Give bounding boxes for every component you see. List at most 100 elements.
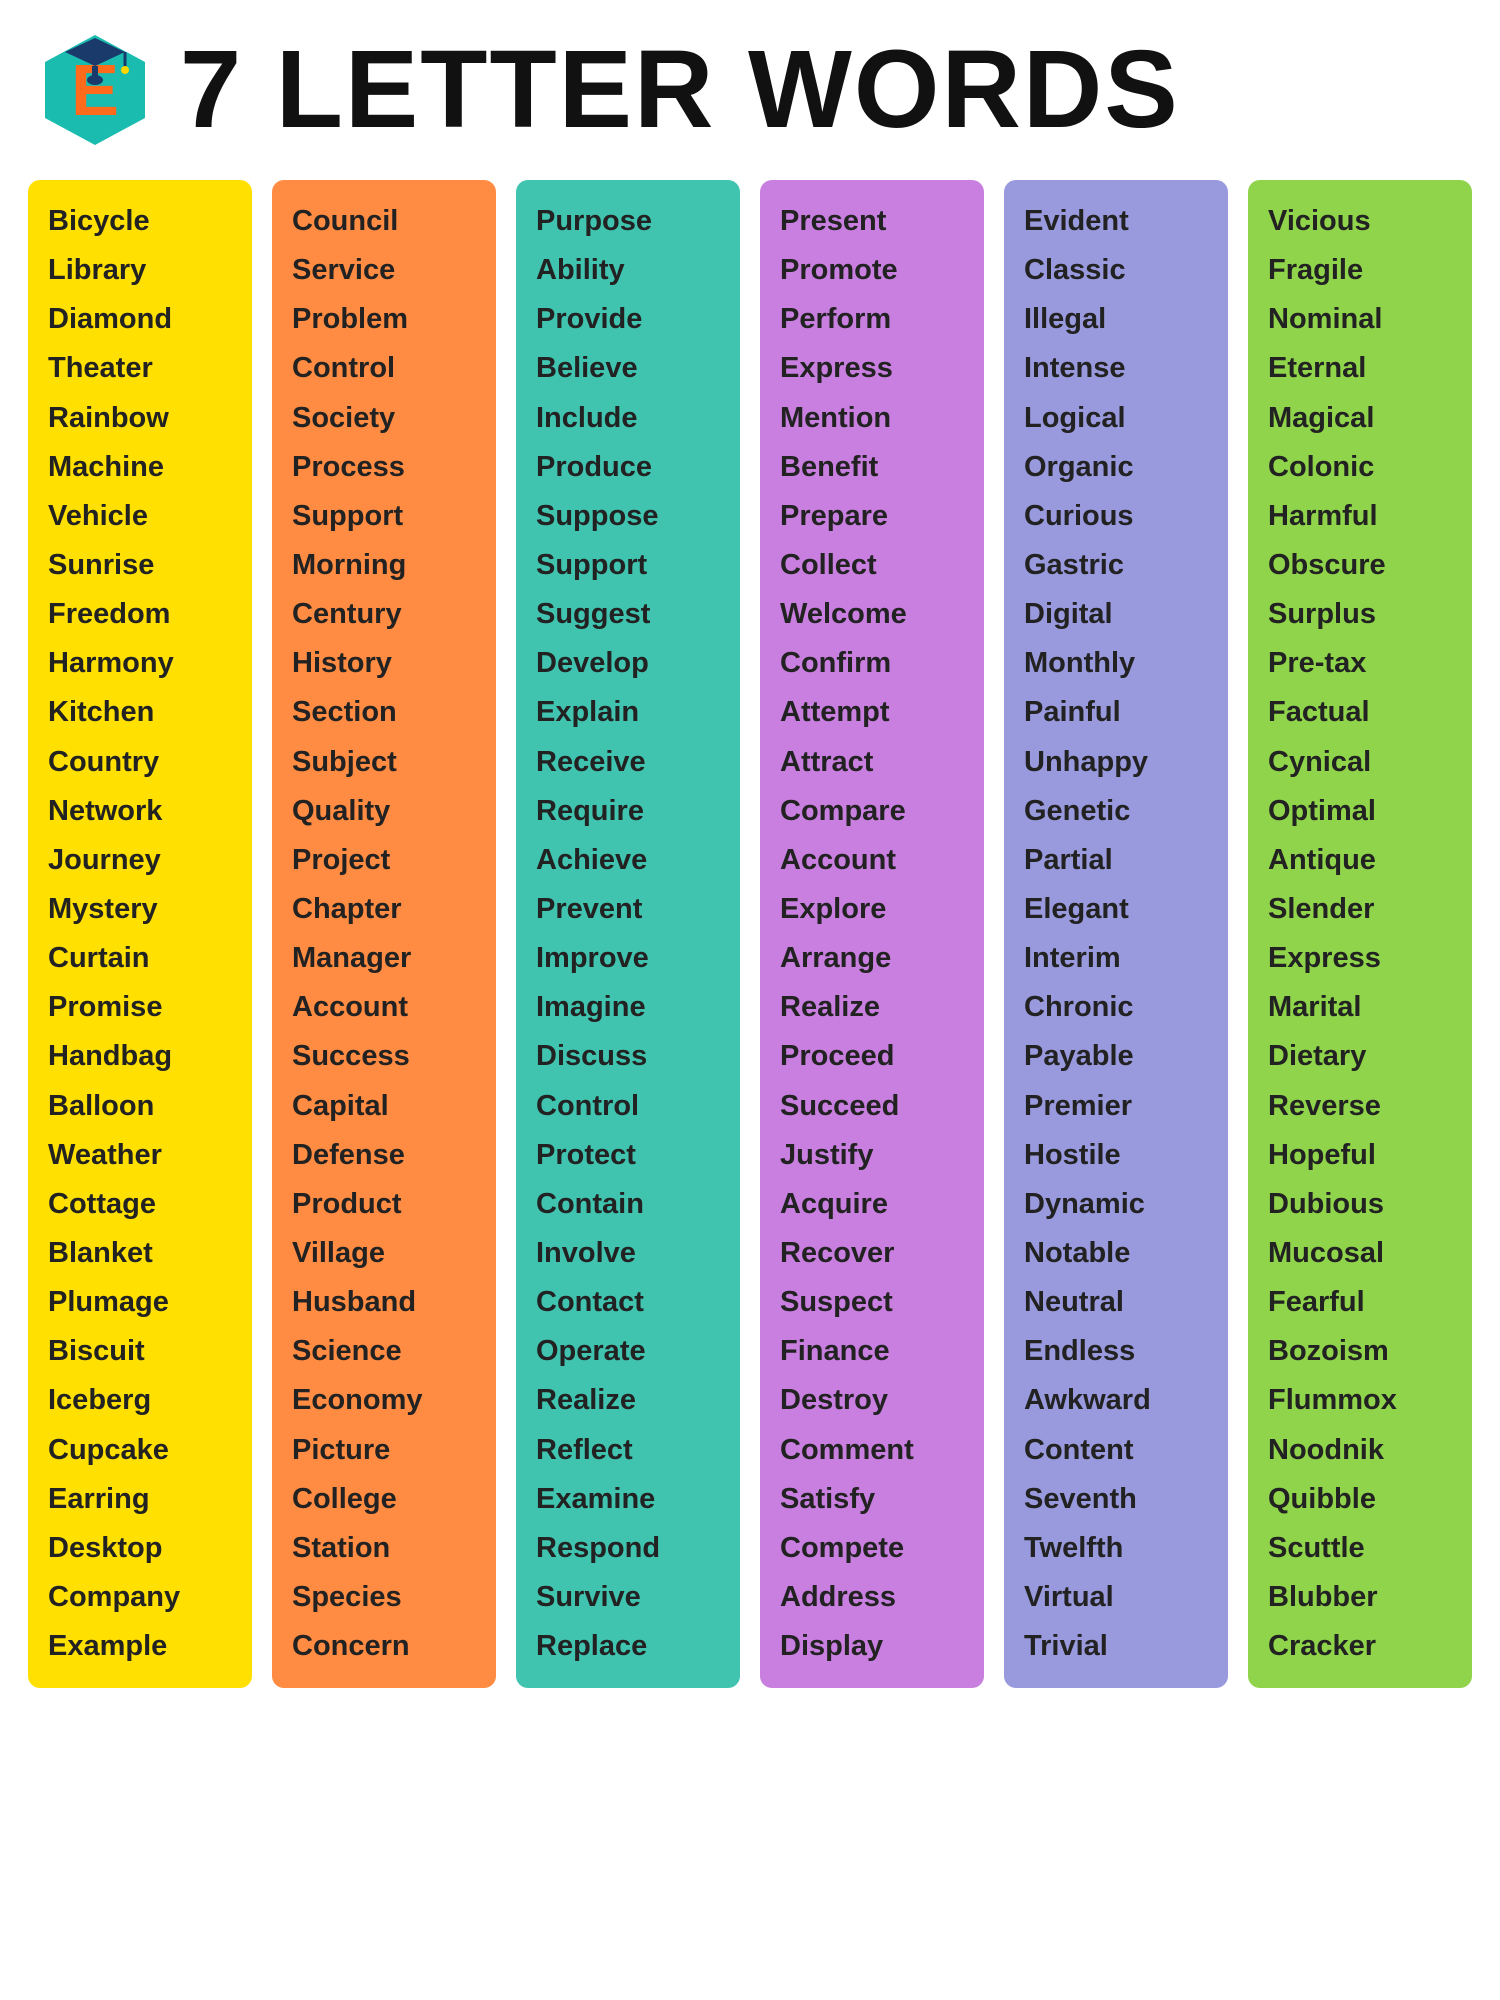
word-item: Notable [1014,1230,1218,1277]
word-item: Operate [526,1328,730,1375]
word-item: Illegal [1014,296,1218,343]
word-item: Express [770,345,974,392]
word-item: Harmful [1258,493,1462,540]
word-item: Problem [282,296,486,343]
word-item: Species [282,1574,486,1621]
word-item: Content [1014,1427,1218,1474]
word-item: Finance [770,1328,974,1375]
word-item: Cracker [1258,1623,1462,1670]
word-column-2: CouncilServiceProblemControlSocietyProce… [272,180,496,1688]
word-item: Suspect [770,1279,974,1326]
word-item: Company [38,1574,242,1621]
word-item: Quality [282,788,486,835]
page-header: E 7 LETTER WORDS [0,0,1500,170]
word-item: Hopeful [1258,1132,1462,1179]
word-item: Interim [1014,935,1218,982]
word-item: Account [770,837,974,884]
word-item: Noodnik [1258,1427,1462,1474]
word-item: Comment [770,1427,974,1474]
word-item: Justify [770,1132,974,1179]
word-item: Station [282,1525,486,1572]
word-item: Attract [770,739,974,786]
word-item: Discuss [526,1033,730,1080]
word-item: Control [526,1083,730,1130]
word-item: Destroy [770,1377,974,1424]
word-item: Mucosal [1258,1230,1462,1277]
word-item: Collect [770,542,974,589]
word-item: Digital [1014,591,1218,638]
word-item: Ability [526,247,730,294]
word-item: Trivial [1014,1623,1218,1670]
word-item: Handbag [38,1033,242,1080]
word-item: Rainbow [38,395,242,442]
word-item: Section [282,689,486,736]
word-item: Process [282,444,486,491]
word-item: Prevent [526,886,730,933]
word-item: Nominal [1258,296,1462,343]
word-item: Biscuit [38,1328,242,1375]
word-item: Concern [282,1623,486,1670]
word-item: Survive [526,1574,730,1621]
word-item: Country [38,739,242,786]
word-item: Kitchen [38,689,242,736]
word-item: Include [526,395,730,442]
page-title: 7 LETTER WORDS [180,35,1180,145]
word-item: Bozoism [1258,1328,1462,1375]
word-item: Reverse [1258,1083,1462,1130]
word-item: Surplus [1258,591,1462,638]
word-item: Explain [526,689,730,736]
word-item: Network [38,788,242,835]
word-item: Perform [770,296,974,343]
word-item: Husband [282,1279,486,1326]
word-item: Magical [1258,395,1462,442]
word-item: Improve [526,935,730,982]
word-item: Earring [38,1476,242,1523]
word-item: Library [38,247,242,294]
word-item: Vehicle [38,493,242,540]
word-column-6: ViciousFragileNominalEternalMagicalColon… [1248,180,1472,1688]
word-item: Product [282,1181,486,1228]
word-item: Support [526,542,730,589]
word-item: Diamond [38,296,242,343]
word-item: Curious [1014,493,1218,540]
word-item: Realize [770,984,974,1031]
word-item: Service [282,247,486,294]
word-item: Village [282,1230,486,1277]
word-item: Mystery [38,886,242,933]
word-item: Quibble [1258,1476,1462,1523]
word-item: Desktop [38,1525,242,1572]
word-item: Promote [770,247,974,294]
word-item: Weather [38,1132,242,1179]
word-item: Twelfth [1014,1525,1218,1572]
word-column-1: BicycleLibraryDiamondTheaterRainbowMachi… [28,180,252,1688]
word-item: Payable [1014,1033,1218,1080]
word-item: Iceberg [38,1377,242,1424]
word-item: Involve [526,1230,730,1277]
word-item: Obscure [1258,542,1462,589]
word-item: Provide [526,296,730,343]
word-item: Success [282,1033,486,1080]
word-item: Chronic [1014,984,1218,1031]
word-item: Factual [1258,689,1462,736]
word-item: Organic [1014,444,1218,491]
word-item: Cottage [38,1181,242,1228]
word-item: Theater [38,345,242,392]
word-item: Reflect [526,1427,730,1474]
word-item: Hostile [1014,1132,1218,1179]
word-item: Receive [526,739,730,786]
word-item: Cupcake [38,1427,242,1474]
word-item: Monthly [1014,640,1218,687]
word-item: Plumage [38,1279,242,1326]
word-column-5: EvidentClassicIllegalIntenseLogicalOrgan… [1004,180,1228,1688]
word-item: Explore [770,886,974,933]
word-item: Compete [770,1525,974,1572]
word-item: Respond [526,1525,730,1572]
word-item: Require [526,788,730,835]
word-item: Manager [282,935,486,982]
word-item: College [282,1476,486,1523]
word-item: Pre-tax [1258,640,1462,687]
word-item: Vicious [1258,198,1462,245]
word-column-4: PresentPromotePerformExpressMentionBenef… [760,180,984,1688]
word-item: Suppose [526,493,730,540]
word-item: Unhappy [1014,739,1218,786]
